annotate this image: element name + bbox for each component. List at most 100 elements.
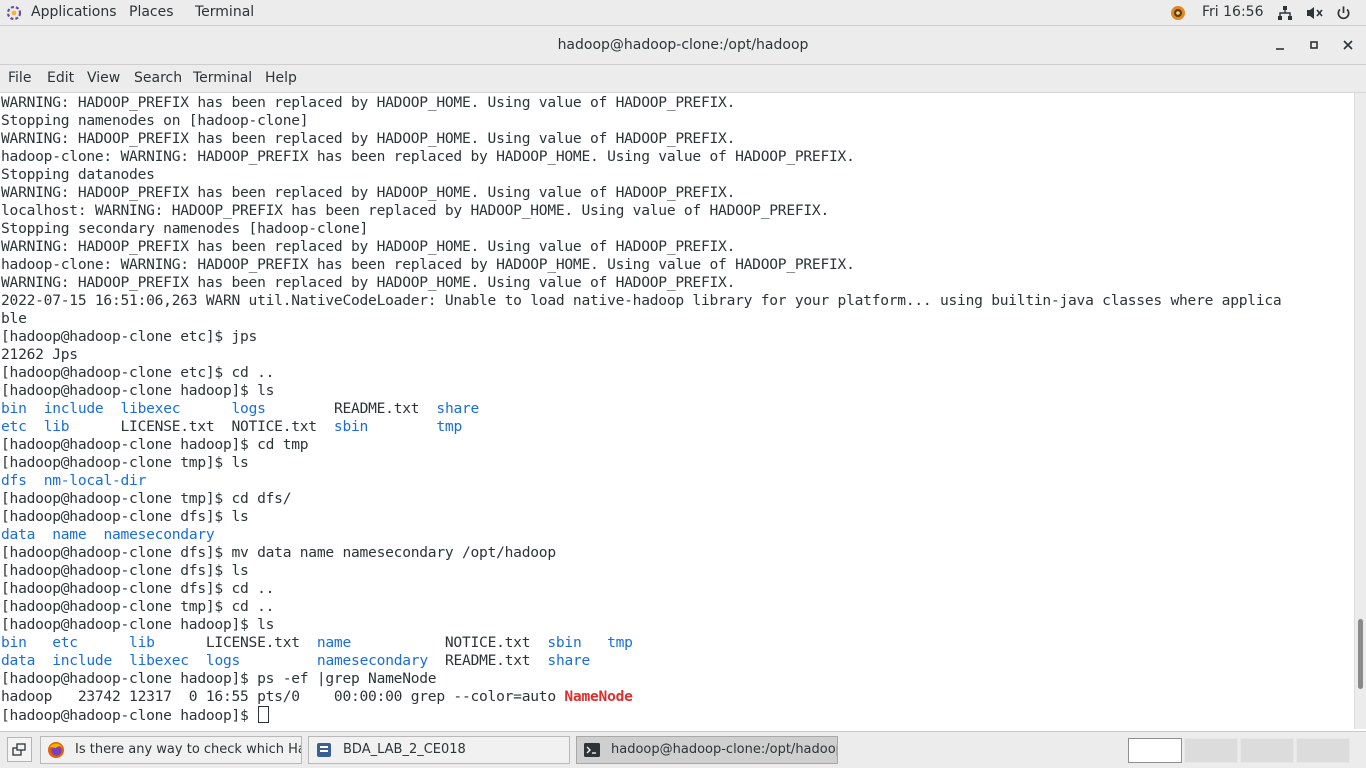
- volume-muted-icon[interactable]: [1306, 5, 1324, 21]
- terminal-text: WARNING: HADOOP_PREFIX has been replaced…: [1, 130, 736, 147]
- directory-name: data: [1, 526, 36, 543]
- terminal-text: Stopping datanodes: [1, 166, 155, 183]
- terminal-line: etc lib LICENSE.txt NOTICE.txt sbin tmp: [1, 418, 1281, 436]
- menu-terminal[interactable]: Terminal: [193, 70, 252, 86]
- directory-name: libexec: [120, 400, 181, 417]
- scrollbar-thumb[interactable]: [1358, 619, 1363, 689]
- terminal-line: [hadoop@hadoop-clone dfs]$ cd ..: [1, 580, 1281, 598]
- grep-match: NameNode: [564, 688, 633, 705]
- terminal-line: localhost: WARNING: HADOOP_PREFIX has be…: [1, 202, 1281, 220]
- maximize-icon[interactable]: [1305, 36, 1323, 54]
- places-menu[interactable]: Places: [129, 4, 174, 20]
- terminal-text: 21262 Jps: [1, 346, 78, 363]
- terminal-line: [hadoop@hadoop-clone hadoop]$ ls: [1, 616, 1281, 634]
- terminal-line: [hadoop@hadoop-clone hadoop]$ ps -ef |gr…: [1, 670, 1281, 688]
- workspace-4[interactable]: [1296, 738, 1350, 763]
- directory-name: include: [52, 652, 112, 669]
- workspace-1[interactable]: [1128, 738, 1182, 763]
- terminal-text: [hadoop@hadoop-clone dfs]$ cd ..: [1, 580, 275, 597]
- terminal-line: WARNING: HADOOP_PREFIX has been replaced…: [1, 94, 1281, 112]
- terminal-line: [hadoop@hadoop-clone dfs]$ mv data name …: [1, 544, 1281, 562]
- terminal-lines: WARNING: HADOOP_PREFIX has been replaced…: [1, 94, 1282, 724]
- terminal-scrollbar[interactable]: [1354, 93, 1366, 729]
- terminal-line: bin include libexec logs README.txt shar…: [1, 400, 1281, 418]
- terminal-line: Stopping secondary namenodes [hadoop-clo…: [1, 220, 1281, 238]
- terminal-text: hadoop-clone: WARNING: HADOOP_PREFIX has…: [1, 148, 855, 165]
- terminal-line: data include libexec logs namesecondary …: [1, 652, 1281, 670]
- terminal-text: WARNING: HADOOP_PREFIX has been replaced…: [1, 274, 736, 291]
- task-label: BDA_LAB_2_CE018: [343, 742, 466, 757]
- terminal-line: ble: [1, 310, 1281, 328]
- terminal-text: hadoop-clone: WARNING: HADOOP_PREFIX has…: [1, 256, 855, 273]
- workspace-2[interactable]: [1184, 738, 1238, 763]
- terminal-line: [hadoop@hadoop-clone tmp]$ ls: [1, 454, 1281, 472]
- window-title-bar[interactable]: hadoop@hadoop-clone:/opt/hadoop: [0, 26, 1366, 65]
- directory-name: logs: [205, 652, 241, 669]
- terminal-line: [hadoop@hadoop-clone etc]$ cd ..: [1, 364, 1281, 382]
- menu-file[interactable]: File: [8, 70, 31, 86]
- task-firefox[interactable]: Is there any way to check which Had...: [40, 736, 302, 764]
- terminal-text: [hadoop@hadoop-clone etc]$ jps: [1, 328, 258, 345]
- task-terminal[interactable]: hadoop@hadoop-clone:/opt/hadoop: [576, 736, 838, 764]
- terminal-line: [hadoop@hadoop-clone tmp]$ cd dfs/: [1, 490, 1281, 508]
- terminal-line: [hadoop@hadoop-clone dfs]$ ls: [1, 508, 1281, 526]
- directory-name: logs: [231, 400, 266, 417]
- terminal-text: [hadoop@hadoop-clone hadoop]$: [1, 707, 258, 724]
- directory-name: share: [547, 652, 591, 669]
- taskbar: Is there any way to check which Had... B…: [0, 731, 1366, 768]
- show-desktop-icon: [12, 743, 26, 756]
- terminal-line: [hadoop@hadoop-clone tmp]$ cd ..: [1, 598, 1281, 616]
- document-icon: [317, 743, 331, 757]
- terminal-line: data name namesecondary: [1, 526, 1281, 544]
- terminal-line: WARNING: HADOOP_PREFIX has been replaced…: [1, 130, 1281, 148]
- terminal-text: [hadoop@hadoop-clone dfs]$ ls: [1, 508, 249, 525]
- workspace-3[interactable]: [1240, 738, 1294, 763]
- directory-name: name: [52, 526, 87, 543]
- top-bar: Applications Places Terminal Fri 16:56: [0, 0, 1366, 26]
- menu-edit[interactable]: Edit: [47, 70, 74, 86]
- close-icon[interactable]: [1339, 36, 1357, 54]
- terminal-output[interactable]: WARNING: HADOOP_PREFIX has been replaced…: [0, 93, 1354, 729]
- clock[interactable]: Fri 16:56: [1202, 4, 1263, 20]
- task-document[interactable]: BDA_LAB_2_CE018: [308, 736, 570, 764]
- network-icon[interactable]: [1277, 5, 1293, 21]
- task-label: hadoop@hadoop-clone:/opt/hadoop: [611, 742, 838, 757]
- directory-name: tmp: [436, 418, 462, 435]
- terminal-text: localhost: WARNING: HADOOP_PREFIX has be…: [1, 202, 830, 219]
- applications-menu[interactable]: Applications: [31, 4, 117, 20]
- terminal-text: [hadoop@hadoop-clone hadoop]$ ls: [1, 382, 275, 399]
- terminal-text: LICENSE.txt: [154, 634, 317, 651]
- power-icon[interactable]: [1336, 5, 1351, 21]
- menu-view[interactable]: View: [87, 70, 120, 86]
- menu-help[interactable]: Help: [265, 70, 297, 86]
- menu-search[interactable]: Search: [134, 70, 182, 86]
- terminal-line: [hadoop@hadoop-clone hadoop]$ ls: [1, 382, 1281, 400]
- terminal-app-menu[interactable]: Terminal: [195, 4, 254, 20]
- terminal-text: README.txt: [265, 400, 437, 417]
- terminal-text: [hadoop@hadoop-clone tmp]$ cd dfs/: [1, 490, 292, 507]
- directory-name: sbin: [547, 634, 582, 651]
- directory-name: include: [43, 400, 104, 417]
- tray-app-icon[interactable]: [1170, 5, 1186, 21]
- show-desktop-button[interactable]: [7, 737, 32, 762]
- minimize-icon[interactable]: [1271, 36, 1289, 54]
- terminal-line: [hadoop@hadoop-clone hadoop]$: [1, 706, 1281, 724]
- directory-name: lib: [129, 634, 155, 651]
- terminal-icon: [584, 743, 600, 757]
- directory-name: bin: [1, 634, 27, 651]
- terminal-line: Stopping namenodes on [hadoop-clone]: [1, 112, 1281, 130]
- terminal-text: 2022-07-15 16:51:06,263 WARN util.Native…: [1, 292, 1282, 309]
- terminal-text: [hadoop@hadoop-clone tmp]$ cd ..: [1, 598, 275, 615]
- applications-menu-icon[interactable]: [6, 5, 22, 21]
